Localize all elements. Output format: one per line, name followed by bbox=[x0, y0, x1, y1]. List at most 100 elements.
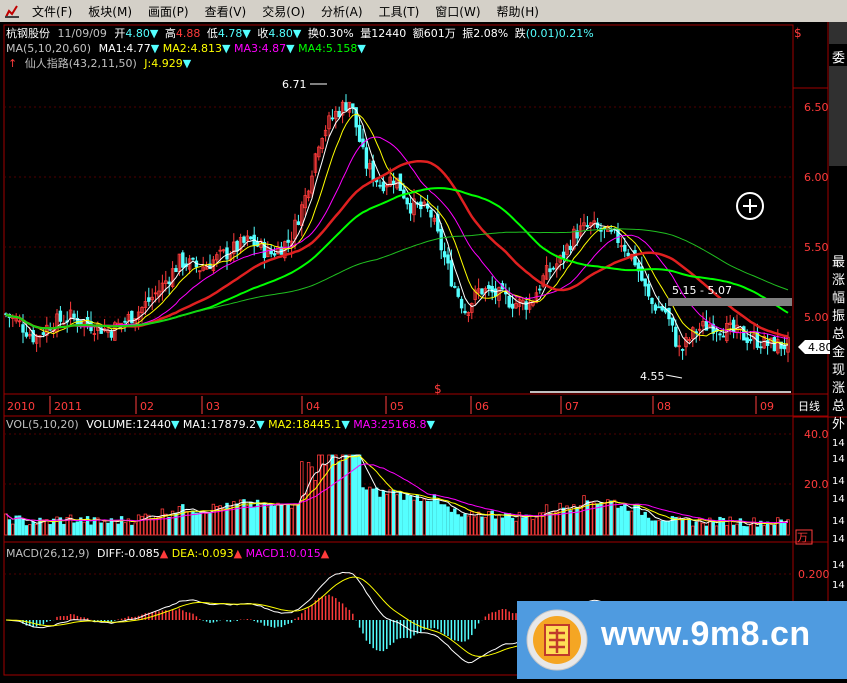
volume-bar bbox=[456, 514, 460, 536]
volume-bar bbox=[289, 507, 294, 536]
candle-body bbox=[507, 295, 511, 308]
range-highlight bbox=[668, 298, 792, 306]
volume-bar bbox=[718, 516, 722, 536]
volume-bar bbox=[385, 493, 389, 536]
watermark-logo-icon bbox=[526, 609, 588, 671]
crosshair-icon[interactable] bbox=[736, 192, 764, 220]
volume-bar bbox=[62, 523, 66, 536]
svg-text:14: 14 bbox=[832, 560, 845, 571]
volume-bar bbox=[653, 520, 658, 536]
volume-ma-line bbox=[5, 454, 789, 526]
volume-bar bbox=[184, 510, 188, 536]
volume-bar bbox=[374, 487, 379, 536]
volume-bar bbox=[398, 491, 403, 536]
volume-bar bbox=[255, 499, 260, 536]
menu-trade[interactable]: 交易(O) bbox=[256, 3, 315, 20]
menu-view-screen[interactable]: 画面(P) bbox=[142, 3, 199, 20]
menu-tools[interactable]: 工具(T) bbox=[373, 3, 430, 20]
candlestick-series bbox=[4, 94, 790, 363]
side-panel-scroll[interactable] bbox=[829, 66, 847, 166]
candle-body bbox=[453, 286, 457, 288]
time-tick: 05 bbox=[390, 400, 404, 413]
volume-bar bbox=[208, 512, 212, 536]
volume-bar bbox=[116, 523, 120, 536]
volume-bar bbox=[646, 517, 651, 536]
volume-bar bbox=[548, 512, 552, 536]
candle-body bbox=[242, 236, 246, 243]
volume-bar bbox=[232, 501, 236, 536]
volume-bar bbox=[714, 525, 719, 536]
svg-text:14: 14 bbox=[832, 580, 845, 591]
volume-bar bbox=[466, 515, 471, 536]
candle-body bbox=[449, 260, 454, 287]
candle-body bbox=[759, 346, 763, 349]
volume-bar bbox=[463, 513, 467, 536]
svg-text:14: 14 bbox=[832, 476, 845, 487]
candle-body bbox=[405, 197, 409, 205]
menu-help[interactable]: 帮助(H) bbox=[491, 3, 549, 20]
volume-bar bbox=[684, 517, 688, 536]
volume-bar bbox=[177, 505, 182, 536]
volume-tick: 20.0 bbox=[804, 478, 829, 491]
candle-body bbox=[286, 239, 290, 243]
volume-bar bbox=[364, 489, 369, 536]
price-tick: 6.50 bbox=[804, 101, 829, 114]
volume-bar bbox=[201, 510, 205, 536]
candle-body bbox=[667, 307, 671, 320]
volume-bar bbox=[626, 510, 630, 536]
volume-bar bbox=[422, 498, 426, 536]
candle-body bbox=[585, 225, 590, 227]
stock-chart-area[interactable]: 杭钢股份 11/09/09 开4.80▼ 高4.88 低4.78▼ 收4.80▼… bbox=[0, 22, 847, 679]
volume-legend: VOL(5,10,20) VOLUME:12440▼ MA1:17879.2▼ … bbox=[6, 418, 436, 431]
candle-body bbox=[174, 268, 178, 273]
volume-bar bbox=[327, 454, 331, 536]
volume-bar bbox=[735, 523, 739, 536]
candle-body bbox=[147, 297, 151, 302]
ma-legend: MA(5,10,20,60) MA1:4.77▼ MA2:4.813▼ MA3:… bbox=[6, 42, 366, 55]
menu-view[interactable]: 查看(V) bbox=[199, 3, 257, 20]
candle-body bbox=[765, 340, 770, 346]
candle-body bbox=[623, 244, 627, 252]
volume-bar bbox=[160, 508, 165, 536]
menu-file[interactable]: 文件(F) bbox=[26, 3, 82, 20]
volume-bar bbox=[762, 525, 766, 536]
candle-body bbox=[381, 181, 386, 192]
volume-bar bbox=[113, 519, 117, 536]
volume-bar bbox=[701, 522, 705, 536]
volume-bar bbox=[106, 522, 110, 536]
volume-bar bbox=[782, 522, 787, 536]
volume-bar bbox=[419, 500, 423, 536]
volume-bar bbox=[75, 521, 80, 536]
menu-window[interactable]: 窗口(W) bbox=[429, 3, 490, 20]
candle-body bbox=[626, 252, 630, 257]
range-label: 5.15 - 5.07 bbox=[672, 284, 732, 297]
volume-bar bbox=[752, 517, 756, 536]
candle-body bbox=[493, 288, 498, 297]
candle-body bbox=[357, 124, 362, 142]
volume-bar bbox=[402, 499, 406, 536]
candle-body bbox=[643, 278, 647, 287]
side-label: 金 bbox=[832, 344, 845, 360]
candle-body bbox=[480, 288, 484, 295]
side-label: 最 bbox=[832, 255, 845, 270]
candle-body bbox=[408, 202, 413, 214]
dollar-mark: $ bbox=[794, 26, 802, 40]
candle-body bbox=[24, 332, 29, 337]
candle-body bbox=[551, 267, 556, 270]
volume-bar bbox=[514, 520, 518, 536]
watermark-url: www.9m8.cn bbox=[601, 615, 811, 653]
volume-bar bbox=[276, 502, 280, 536]
volume-bar bbox=[636, 504, 641, 536]
volume-bar bbox=[167, 516, 171, 536]
volume-bar bbox=[629, 510, 634, 536]
chart-canvas[interactable]: 杭钢股份 11/09/09 开4.80▼ 高4.88 低4.78▼ 收4.80▼… bbox=[0, 22, 847, 679]
volume-bar bbox=[544, 504, 549, 536]
candle-body bbox=[337, 110, 341, 118]
svg-text:14: 14 bbox=[832, 494, 845, 505]
svg-text:14: 14 bbox=[832, 516, 845, 527]
time-tick: 09 bbox=[760, 400, 774, 413]
time-tick: 06 bbox=[475, 400, 489, 413]
menu-sector[interactable]: 板块(M) bbox=[82, 3, 142, 20]
volume-bar bbox=[527, 514, 532, 536]
menu-analysis[interactable]: 分析(A) bbox=[315, 3, 373, 20]
